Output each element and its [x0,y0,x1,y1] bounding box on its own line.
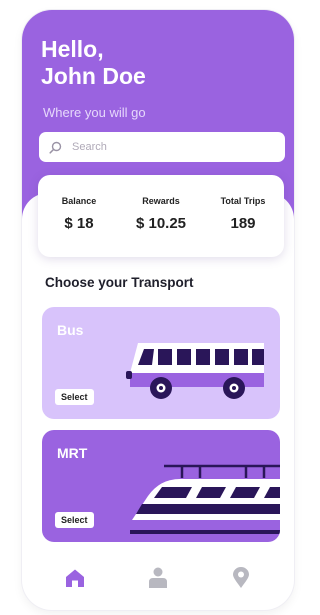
search-input[interactable] [70,140,274,154]
stat-label: Rewards [142,196,180,206]
search-bar[interactable] [39,132,285,162]
stat-label: Total Trips [220,196,266,206]
greeting-user-name: John Doe [41,63,146,89]
user-icon [148,567,167,588]
location-pin-icon [232,567,249,588]
train-icon [130,464,280,534]
nav-item-profile[interactable] [138,562,178,594]
stat-value: $ 10.25 [135,215,187,232]
stat-label: Balance [61,196,97,206]
stat-value: $ 18 [64,215,94,232]
transport-name: Bus [57,322,84,338]
home-icon [66,569,85,587]
greeting: Hello, John Doe [41,36,146,90]
nav-item-home[interactable] [55,562,95,594]
bottom-nav [22,558,294,598]
transport-card-bus[interactable]: Bus Select [42,307,280,419]
section-title: Choose your Transport [45,275,194,290]
nav-item-location[interactable] [221,562,261,594]
stats-card: Balance $ 18 Rewards $ 10.25 Total Trips… [38,175,284,257]
stat-balance: Balance $ 18 [38,175,120,257]
transport-name: MRT [57,445,88,461]
select-button[interactable]: Select [55,512,94,528]
greeting-hello: Hello, [41,36,104,62]
bus-icon [126,343,264,399]
select-button[interactable]: Select [55,389,94,405]
stat-rewards: Rewards $ 10.25 [120,175,202,257]
phone-screen: Hello, John Doe Where you will go Balanc… [22,10,294,610]
header-subtitle: Where you will go [43,105,146,120]
search-icon [49,141,62,154]
transport-card-mrt[interactable]: MRT Select [42,430,280,542]
stat-total-trips: Total Trips 189 [202,175,284,257]
stat-value: 189 [230,215,256,232]
